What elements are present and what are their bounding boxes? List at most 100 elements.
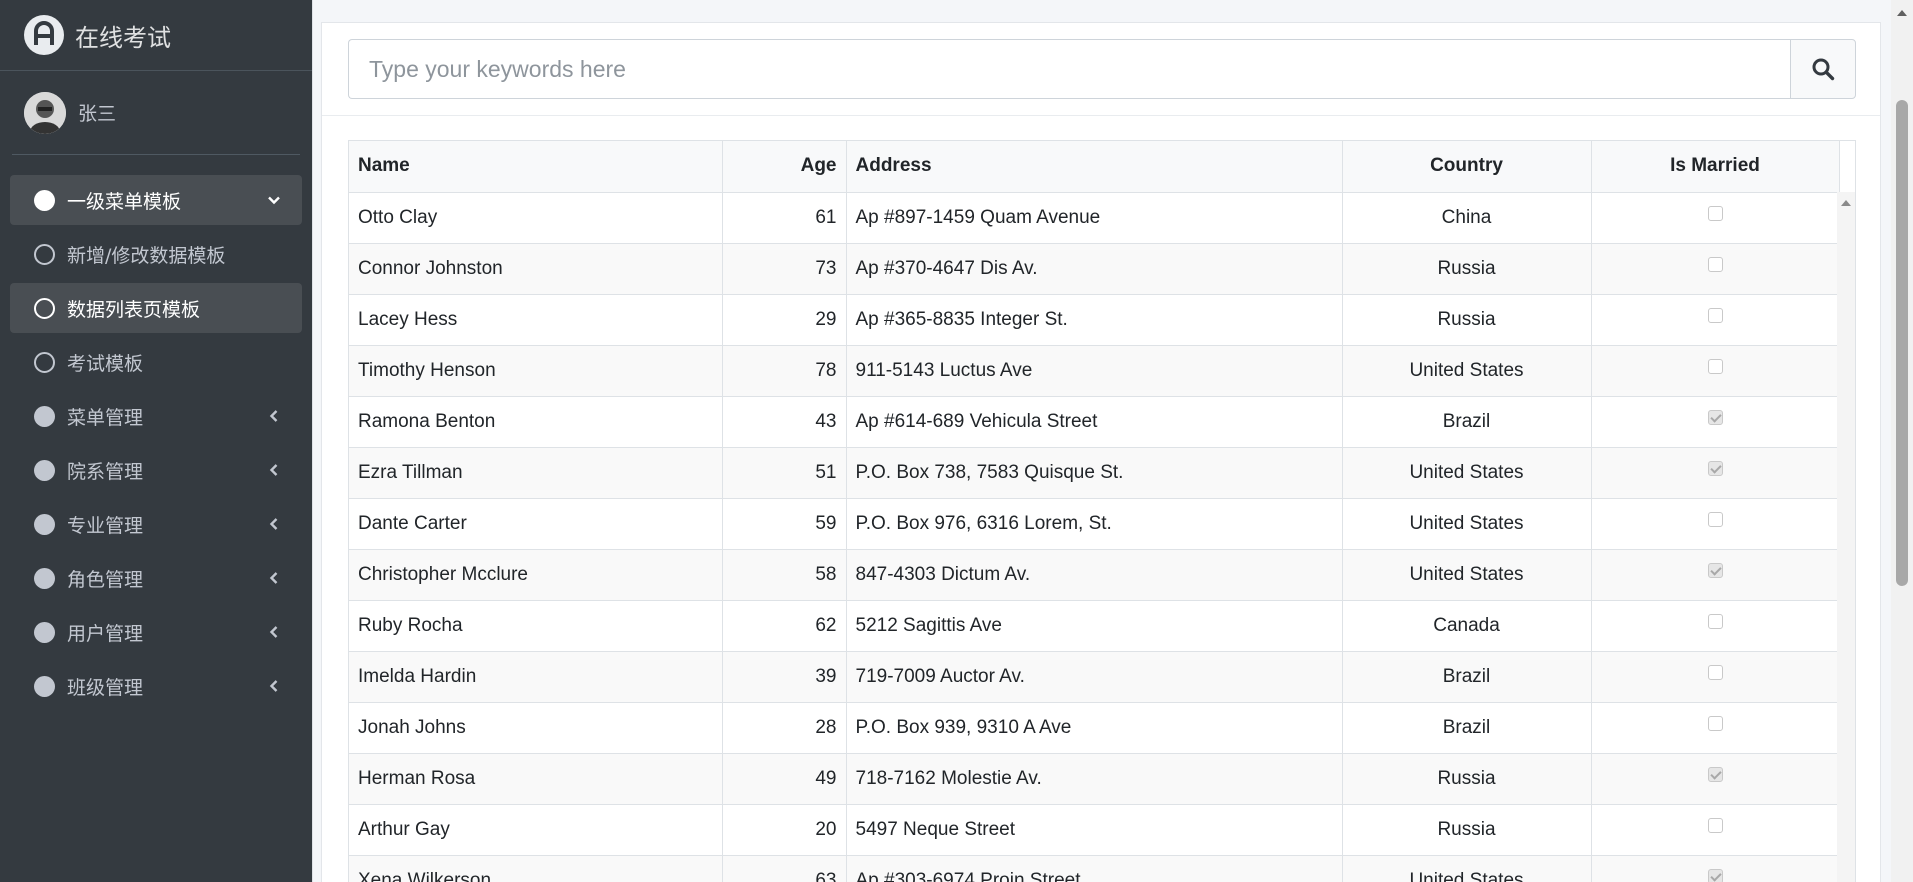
married-checkbox bbox=[1707, 664, 1723, 680]
sidebar-nav: 一级菜单模板 新增/修改数据模板 数据列表页模板 考试模板 菜单管理 院系管理 … bbox=[0, 175, 312, 711]
cell-is-married bbox=[1591, 855, 1840, 882]
cell-is-married bbox=[1591, 549, 1840, 601]
sidebar-item-label: 一级菜单模板 bbox=[67, 190, 182, 213]
table-row[interactable]: Christopher Mcclure 58 847-4303 Dictum Av.… bbox=[349, 549, 1840, 601]
cell-country: United States bbox=[1342, 498, 1592, 550]
table-row[interactable]: Ramona Benton 43 Ap #614-689 Vehicula Stre… bbox=[349, 396, 1840, 448]
married-checkbox bbox=[1707, 307, 1723, 323]
sidebar-item-add-edit-template[interactable]: 新增/修改数据模板 bbox=[10, 229, 302, 279]
table-row[interactable]: Xena Wilkerson 63 Ap #303-6974 Proin Stree… bbox=[349, 855, 1840, 882]
circle-icon bbox=[34, 513, 55, 535]
cell-address: P.O. Box 738, 7583 Quisque St. bbox=[846, 447, 1343, 499]
married-checkbox bbox=[1707, 766, 1723, 782]
table-row[interactable]: Lacey Hess 29 Ap #365-8835 Integer St. Russ… bbox=[349, 294, 1840, 346]
married-checkbox bbox=[1707, 256, 1723, 272]
married-checkbox bbox=[1707, 460, 1723, 476]
brand-name: 在线考试 bbox=[75, 23, 171, 52]
table-row[interactable]: Connor Johnston 73 Ap #370-4647 Dis Av. Rus… bbox=[349, 243, 1840, 295]
circle-outline-icon bbox=[34, 297, 55, 319]
cell-age: 39 bbox=[722, 651, 847, 703]
cell-address: Ap #897-1459 Quam Avenue bbox=[846, 192, 1343, 244]
cell-address: 5212 Sagittis Ave bbox=[846, 600, 1343, 652]
circle-icon bbox=[34, 621, 55, 643]
sidebar-item-level1-menu-template[interactable]: 一级菜单模板 bbox=[10, 175, 302, 225]
cell-address: Ap #370-4647 Dis Av. bbox=[846, 243, 1343, 295]
cell-age: 62 bbox=[722, 600, 847, 652]
sidebar-item-label: 菜单管理 bbox=[67, 406, 144, 429]
cell-name: Christopher Mcclure bbox=[349, 549, 723, 601]
cell-country: Brazil bbox=[1342, 651, 1592, 703]
chevron-left-icon bbox=[269, 464, 278, 476]
chevron-left-icon bbox=[269, 680, 278, 692]
married-checkbox bbox=[1707, 409, 1723, 425]
cell-age: 29 bbox=[722, 294, 847, 346]
column-header-is-married[interactable]: Is Married bbox=[1591, 141, 1840, 193]
table-row[interactable]: Arthur Gay 20 5497 Neque Street Russia bbox=[349, 804, 1840, 856]
column-header-age[interactable]: Age bbox=[722, 141, 847, 193]
married-checkbox bbox=[1707, 511, 1723, 527]
chevron-left-icon bbox=[269, 410, 278, 422]
cell-name: Connor Johnston bbox=[349, 243, 723, 295]
search-input[interactable] bbox=[348, 39, 1790, 99]
table-row[interactable]: Ezra Tillman 51 P.O. Box 738, 7583 Quisque… bbox=[349, 447, 1840, 499]
sidebar-item-user-management[interactable]: 用户管理 bbox=[10, 607, 302, 657]
cell-name: Timothy Henson bbox=[349, 345, 723, 397]
circle-icon bbox=[34, 567, 55, 589]
column-header-name[interactable]: Name bbox=[349, 141, 723, 193]
brand[interactable]: 在线考试 bbox=[0, 0, 312, 71]
table-row[interactable]: Ruby Rocha 62 5212 Sagittis Ave Canada bbox=[349, 600, 1840, 652]
married-checkbox bbox=[1707, 358, 1723, 374]
cell-is-married bbox=[1591, 345, 1840, 397]
cell-is-married bbox=[1591, 651, 1840, 703]
circle-icon bbox=[34, 405, 55, 427]
cell-country: Canada bbox=[1342, 600, 1592, 652]
cell-country: Russia bbox=[1342, 294, 1592, 346]
cell-age: 43 bbox=[722, 396, 847, 448]
table-row[interactable]: Otto Clay 61 Ap #897-1459 Quam Avenue China bbox=[349, 192, 1840, 244]
table-row[interactable]: Imelda Hardin 39 719-7009 Auctor Av. Brazil bbox=[349, 651, 1840, 703]
cell-name: Arthur Gay bbox=[349, 804, 723, 856]
cell-name: Xena Wilkerson bbox=[349, 855, 723, 882]
table-row[interactable]: Herman Rosa 49 718-7162 Molestie Av. Russia bbox=[349, 753, 1840, 805]
sidebar-item-menu-management[interactable]: 菜单管理 bbox=[10, 391, 302, 441]
chevron-left-icon bbox=[269, 572, 278, 584]
scroll-up-arrow-icon[interactable] bbox=[1841, 200, 1851, 206]
user-panel[interactable]: 张三 bbox=[12, 71, 300, 155]
search-button[interactable] bbox=[1790, 39, 1856, 99]
chevron-down-icon bbox=[268, 196, 280, 205]
column-header-address[interactable]: Address bbox=[846, 141, 1343, 193]
sidebar-item-list-page-template[interactable]: 数据列表页模板 bbox=[10, 283, 302, 333]
married-checkbox bbox=[1707, 205, 1723, 221]
cell-age: 73 bbox=[722, 243, 847, 295]
cell-age: 20 bbox=[722, 804, 847, 856]
search-bar bbox=[348, 39, 1856, 99]
sidebar-item-label: 院系管理 bbox=[67, 460, 144, 483]
cell-country: China bbox=[1342, 192, 1592, 244]
data-table-container: Name Age Address Country Is Married Otto… bbox=[348, 140, 1856, 882]
table-row[interactable]: Jonah Johns 28 P.O. Box 939, 9310 A Ave Bra… bbox=[349, 702, 1840, 754]
sidebar-item-department-management[interactable]: 院系管理 bbox=[10, 445, 302, 495]
table-scrollbar[interactable] bbox=[1837, 192, 1855, 882]
column-header-country[interactable]: Country bbox=[1342, 141, 1592, 193]
cell-name: Imelda Hardin bbox=[349, 651, 723, 703]
cell-age: 61 bbox=[722, 192, 847, 244]
sidebar-item-role-management[interactable]: 角色管理 bbox=[10, 553, 302, 603]
page-scrollbar[interactable] bbox=[1891, 0, 1913, 882]
cell-name: Jonah Johns bbox=[349, 702, 723, 754]
sidebar-item-class-management[interactable]: 班级管理 bbox=[10, 661, 302, 711]
cell-age: 51 bbox=[722, 447, 847, 499]
table-row[interactable]: Timothy Henson 78 911-5143 Luctus Ave Unite… bbox=[349, 345, 1840, 397]
circle-icon bbox=[34, 189, 55, 211]
table-row[interactable]: Dante Carter 59 P.O. Box 976, 6316 Lorem, … bbox=[349, 498, 1840, 550]
cell-address: P.O. Box 939, 9310 A Ave bbox=[846, 702, 1343, 754]
scrollbar-thumb[interactable] bbox=[1896, 100, 1908, 586]
sidebar-item-exam-template[interactable]: 考试模板 bbox=[10, 337, 302, 387]
scroll-up-arrow-icon[interactable] bbox=[1897, 10, 1907, 16]
cell-country: United States bbox=[1342, 345, 1592, 397]
cell-address: 5497 Neque Street bbox=[846, 804, 1343, 856]
cell-country: United States bbox=[1342, 447, 1592, 499]
sidebar-item-major-management[interactable]: 专业管理 bbox=[10, 499, 302, 549]
table-header-row: Name Age Address Country Is Married bbox=[349, 141, 1840, 193]
cell-country: Russia bbox=[1342, 753, 1592, 805]
cell-address: 911-5143 Luctus Ave bbox=[846, 345, 1343, 397]
